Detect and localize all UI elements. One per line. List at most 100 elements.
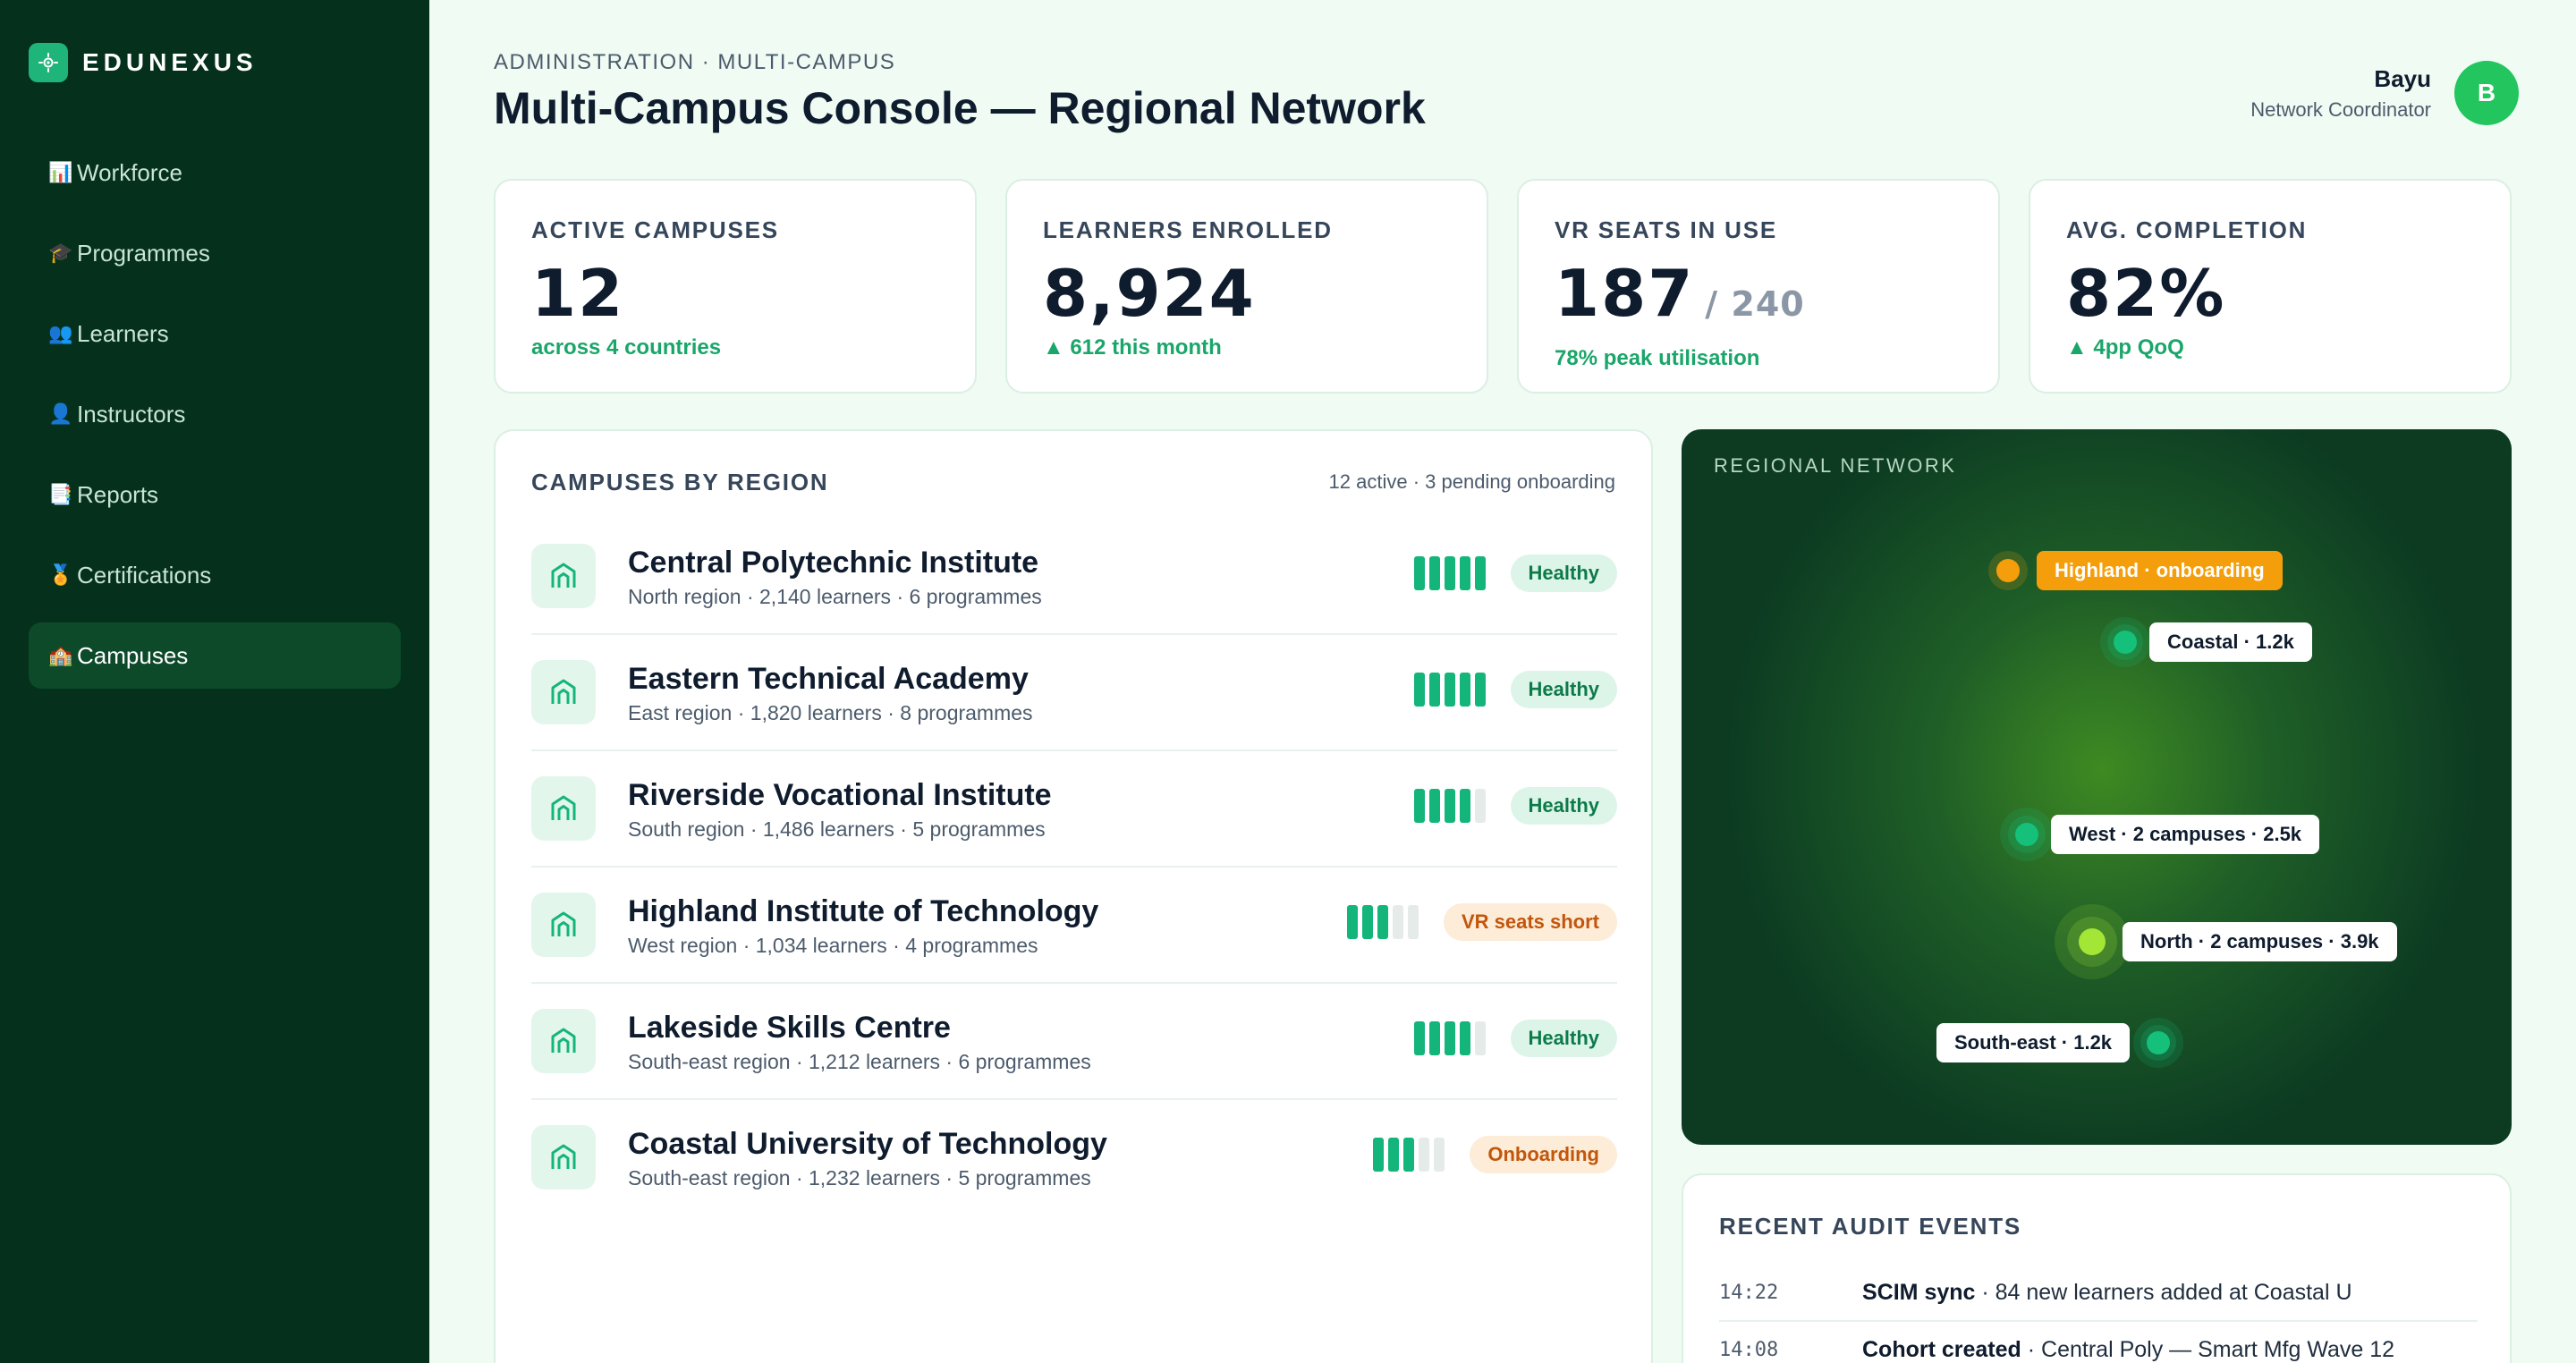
campus-row[interactable]: Riverside Vocational Institute South regi… [531,751,1617,868]
map-marker-southeast[interactable] [2133,1018,2183,1068]
status-badge: VR seats short [1443,903,1617,941]
sidebar-item-workforce[interactable]: 📊 Workforce [29,140,401,206]
map-label-highland[interactable]: Highland · onboarding [2037,551,2283,590]
campus-building-icon [531,893,596,957]
campus-status-group: Healthy [1410,671,1617,708]
audit-row[interactable]: 14:08 Cohort created · Central Poly — Sm… [1719,1322,2478,1363]
campus-building-icon [531,544,596,608]
stat-number: 12 [531,256,625,331]
stat-suffix: / 240 [1705,284,1805,324]
health-bar [1459,673,1470,707]
stat-number: 187 [1555,256,1695,331]
health-bar [1444,673,1455,707]
campus-row[interactable]: Coastal University of Technology South-ea… [531,1100,1617,1216]
health-bar [1434,1138,1445,1172]
health-bar [1428,1021,1440,1055]
health-bar [1474,1021,1486,1055]
health-bar [1428,673,1440,707]
sidebar-item-learners[interactable]: 👥 Learners [29,301,401,367]
campus-status-group: Onboarding [1368,1136,1617,1173]
health-bar [1413,789,1425,823]
user-info: Bayu Network Coordinator [2250,65,2431,122]
status-badge: Healthy [1510,671,1617,708]
regional-network-map: REGIONAL NETWORK Highland · onboarding C… [1682,429,2512,1145]
status-badge: Healthy [1510,787,1617,825]
brand[interactable]: EDUNEXUS [29,43,258,82]
health-bar [1377,905,1388,939]
map-label-southeast[interactable]: South-east · 1.2k [1936,1023,2131,1062]
sidebar-item-programmes[interactable]: 🎓 Programmes [29,220,401,286]
campus-name: Riverside Vocational Institute [628,778,1052,812]
campus-row[interactable]: Eastern Technical Academy East region · 1… [531,635,1617,751]
health-bar [1474,673,1486,707]
chart-icon: 📊 [48,161,73,183]
audit-event: SCIM sync [1862,1279,1976,1305]
campus-details: East region · 1,820 learners · 8 program… [628,701,1033,724]
map-label-coastal[interactable]: Coastal · 1.2k [2149,622,2312,662]
stat-value: 12 [531,258,939,328]
sidebar-item-label: Programmes [77,239,210,267]
audit-text: SCIM sync · 84 new learners added at Coa… [1862,1280,2352,1306]
stat-card-learners-enrolled: LEARNERS ENROLLED 8,924 ▲ 612 this month [1005,179,1488,394]
health-bars [1410,673,1486,707]
campus-details: South-east region · 1,232 learners · 5 p… [628,1166,1091,1189]
status-badge: Healthy [1510,555,1617,592]
health-bar [1444,789,1455,823]
health-bar [1444,1021,1455,1055]
campus-status-group: Healthy [1410,1020,1617,1057]
sidebar: EDUNEXUS 📊 Workforce 🎓 Programmes 👥 Lear… [0,0,429,1363]
stat-sub: ▲ 612 this month [1043,335,1222,360]
campus-name: Central Polytechnic Institute [628,546,1039,580]
stat-card-active-campuses: ACTIVE CAMPUSES 12 across 4 countries [494,179,977,394]
health-bar [1474,789,1486,823]
health-bar [1459,1021,1470,1055]
campus-building-icon [531,1009,596,1073]
map-label-west[interactable]: West · 2 campuses · 2.5k [2051,815,2320,854]
stat-value: 187/ 240 [1555,258,1962,339]
campus-status-group: Healthy [1410,555,1617,592]
user-menu[interactable]: Bayu Network Coordinator B [2250,61,2519,125]
sidebar-item-campuses[interactable]: 🏫 Campuses [29,622,401,689]
sidebar-item-label: Reports [77,480,159,508]
map-marker-north[interactable] [2055,904,2130,979]
campuses-panel: CAMPUSES BY REGION 12 active · 3 pending… [494,429,1653,1363]
health-bar [1413,1021,1425,1055]
audit-row[interactable]: 14:22 SCIM sync · 84 new learners added … [1719,1265,2478,1322]
brand-logo-icon [29,43,68,82]
stat-card-vr-seats: VR SEATS IN USE 187/ 240 78% peak utilis… [1517,179,2000,394]
map-marker-coastal[interactable] [2100,617,2150,667]
health-bar [1459,556,1470,590]
avatar[interactable]: B [2454,61,2519,125]
school-icon: 🏫 [48,644,73,666]
health-bars [1368,1138,1445,1172]
campus-building-icon [531,1125,596,1189]
map-marker-highland[interactable] [1988,551,2028,590]
health-bar [1413,673,1425,707]
sidebar-item-label: Instructors [77,400,186,428]
campus-row[interactable]: Highland Institute of Technology West reg… [531,868,1617,984]
sidebar-item-reports[interactable]: 📑 Reports [29,461,401,528]
map-label-north[interactable]: North · 2 campuses · 3.9k [2123,922,2397,961]
campus-details: North region · 2,140 learners · 6 progra… [628,585,1042,608]
map-marker-west[interactable] [2000,808,2054,861]
campus-list: Central Polytechnic Institute North regio… [531,519,1617,1216]
users-icon: 👥 [48,322,73,344]
page-title: Multi-Campus Console — Regional Network [494,83,1426,133]
health-bar [1388,1138,1400,1172]
medal-icon: 🏅 [48,563,73,586]
campus-status-group: Healthy [1410,787,1617,825]
campus-details: West region · 1,034 learners · 4 program… [628,934,1038,957]
campus-row[interactable]: Lakeside Skills Centre South-east region … [531,984,1617,1100]
health-bars [1410,789,1486,823]
sidebar-item-certifications[interactable]: 🏅 Certifications [29,542,401,608]
stat-label: AVG. COMPLETION [2066,216,2308,243]
sidebar-item-instructors[interactable]: 👤 Instructors [29,381,401,447]
breadcrumb: ADMINISTRATION · MULTI-CAMPUS [494,50,896,74]
audit-list: 14:22 SCIM sync · 84 new learners added … [1719,1265,2478,1363]
campus-row[interactable]: Central Polytechnic Institute North regio… [531,519,1617,635]
health-bar [1392,905,1403,939]
health-bar [1428,789,1440,823]
stat-label: LEARNERS ENROLLED [1043,216,1333,243]
audit-detail: · 84 new learners added at Coastal U [1975,1279,2352,1305]
stat-value: 8,924 [1043,258,1451,328]
